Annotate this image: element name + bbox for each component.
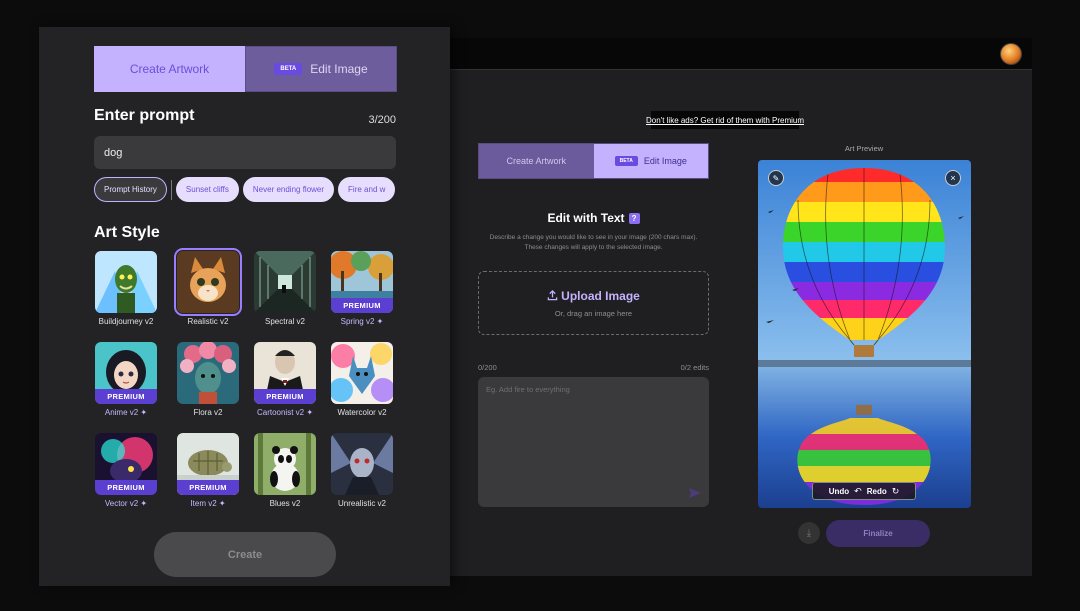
upload-image-dropzone[interactable]: Upload Image Or, drag an image here bbox=[478, 271, 709, 335]
style-tile-buildjourney[interactable]: Buildjourney v2 bbox=[94, 251, 158, 326]
edit-with-text-description: Describe a change you would like to see … bbox=[489, 234, 698, 251]
green-monster-thumb bbox=[95, 251, 157, 313]
style-tile-flora[interactable]: Flora v2 bbox=[176, 342, 240, 417]
enter-prompt-title: Enter prompt bbox=[94, 107, 195, 124]
turtle-thumb: PREMIUM bbox=[177, 433, 239, 495]
style-tile-spring[interactable]: PREMIUM Spring v2 ✦ bbox=[330, 251, 394, 326]
premium-badge: PREMIUM bbox=[254, 389, 316, 404]
char-count: 0/200 bbox=[478, 363, 497, 372]
neon-creature-thumb: PREMIUM bbox=[95, 433, 157, 495]
gentleman-thumb: PREMIUM bbox=[254, 342, 316, 404]
top-bar bbox=[436, 38, 1032, 70]
style-label: Vector v2 ✦ bbox=[104, 499, 148, 508]
style-label: Item v2 ✦ bbox=[190, 499, 226, 508]
upload-image-label: Upload Image bbox=[561, 289, 640, 303]
tab-edit-image[interactable]: BETA Edit Image bbox=[245, 46, 397, 92]
finalize-button[interactable]: Finalize bbox=[826, 520, 930, 547]
corridor-thumb bbox=[254, 251, 316, 313]
style-tile-cartoonist[interactable]: PREMIUM Cartoonist v2 ✦ bbox=[253, 342, 317, 417]
upload-image-title: Upload Image bbox=[479, 289, 708, 303]
prompt-history-chip[interactable]: Prompt History bbox=[94, 177, 167, 202]
upload-icon bbox=[547, 290, 558, 301]
tab-edit-image[interactable]: BETA Edit Image bbox=[593, 144, 708, 178]
help-icon[interactable]: ? bbox=[628, 213, 640, 224]
redo-icon[interactable]: ↻ bbox=[892, 486, 900, 497]
chip-divider bbox=[170, 180, 172, 200]
edit-text-input[interactable] bbox=[478, 377, 709, 507]
anime-girl-thumb: PREMIUM bbox=[95, 342, 157, 404]
tab-edit-image-label: Edit Image bbox=[643, 156, 687, 166]
style-label: Blues v2 bbox=[269, 499, 301, 508]
prompt-char-count: 3/200 bbox=[368, 114, 396, 126]
tab-create-artwork-label: Create Artwork bbox=[129, 62, 210, 76]
close-icon[interactable]: × bbox=[945, 170, 961, 186]
prompt-chips: Prompt History Sunset cliffs Never ending … bbox=[94, 177, 397, 203]
remove-ads-link[interactable]: Don't like ads? Get rid of them with Pre… bbox=[646, 111, 804, 129]
tab-edit-image-label: Edit Image bbox=[310, 62, 368, 76]
premium-badge: PREMIUM bbox=[331, 298, 393, 313]
beta-badge: BETA bbox=[274, 63, 303, 75]
edit-pencil-icon[interactable]: ✎ bbox=[768, 170, 784, 186]
user-avatar[interactable] bbox=[1000, 43, 1022, 65]
prompt-input[interactable] bbox=[94, 136, 396, 169]
dark-fantasy-thumb bbox=[331, 433, 393, 495]
style-label: Flora v2 bbox=[193, 408, 223, 417]
forest-thumb: PREMIUM bbox=[331, 251, 393, 313]
undo-button[interactable]: Undo bbox=[829, 487, 849, 496]
style-label: Anime v2 ✦ bbox=[104, 408, 148, 417]
art-preview-label: Art Preview bbox=[844, 144, 884, 153]
premium-badge: PREMIUM bbox=[177, 480, 239, 495]
style-tile-item[interactable]: PREMIUM Item v2 ✦ bbox=[176, 433, 240, 508]
create-button[interactable]: Create bbox=[154, 532, 336, 577]
left-tabs: Create Artwork BETA Edit Image bbox=[94, 46, 397, 92]
style-tile-spectral[interactable]: Spectral v2 bbox=[253, 251, 317, 326]
suggestion-chip[interactable]: Never ending flower bbox=[242, 177, 335, 202]
style-tile-unrealistic[interactable]: Unrealistic v2 bbox=[330, 433, 394, 508]
redo-button[interactable]: Redo bbox=[867, 487, 887, 496]
style-label: Realistic v2 bbox=[187, 317, 229, 326]
beta-badge: BETA bbox=[614, 156, 638, 166]
style-label: Watercolor v2 bbox=[337, 408, 387, 417]
edit-with-text-heading: Edit with Text? bbox=[478, 211, 709, 225]
style-tile-vector[interactable]: PREMIUM Vector v2 ✦ bbox=[94, 433, 158, 508]
tab-create-artwork-label: Create Artwork bbox=[506, 156, 567, 166]
tab-create-artwork[interactable]: Create Artwork bbox=[94, 46, 245, 92]
style-label: Spring v2 ✦ bbox=[340, 317, 384, 326]
undo-icon[interactable]: ↶ bbox=[854, 486, 862, 497]
watercolor-wolf-thumb bbox=[331, 342, 393, 404]
style-label: Buildjourney v2 bbox=[98, 317, 154, 326]
edit-with-text-title: Edit with Text bbox=[547, 211, 625, 225]
style-label: Cartoonist v2 ✦ bbox=[256, 408, 314, 417]
right-tabs: Create Artwork BETA Edit Image bbox=[478, 143, 709, 179]
premium-badge: PREMIUM bbox=[95, 480, 157, 495]
edit-app-window: Don't like ads? Get rid of them with Pre… bbox=[436, 38, 1032, 576]
upload-image-subtitle: Or, drag an image here bbox=[554, 309, 633, 318]
style-tile-blues[interactable]: Blues v2 bbox=[253, 433, 317, 508]
tab-create-artwork[interactable]: Create Artwork bbox=[479, 144, 594, 178]
edits-count: 0/2 edits bbox=[680, 363, 709, 372]
style-tile-anime[interactable]: PREMIUM Anime v2 ✦ bbox=[94, 342, 158, 417]
suggestion-chip[interactable]: Fire and w bbox=[338, 177, 396, 202]
panda-thumb bbox=[254, 433, 316, 495]
hot-air-balloon-image bbox=[758, 160, 971, 508]
undo-redo-bar: Undo ↶ Redo ↻ bbox=[812, 482, 916, 500]
style-tile-realistic[interactable]: Realistic v2 bbox=[174, 248, 242, 326]
download-icon[interactable]: ⤓ bbox=[798, 522, 820, 544]
style-label: Spectral v2 bbox=[264, 317, 306, 326]
kitten-thumb bbox=[174, 248, 242, 316]
art-preview-image: ✎ × Undo ↶ Redo ↻ bbox=[758, 160, 971, 508]
create-artwork-panel: Create Artwork BETA Edit Image Enter pro… bbox=[39, 27, 450, 586]
suggestion-chip[interactable]: Sunset cliffs bbox=[175, 177, 239, 202]
style-label: Unrealistic v2 bbox=[337, 499, 386, 508]
premium-badge: PREMIUM bbox=[95, 389, 157, 404]
style-tile-watercolor[interactable]: Watercolor v2 bbox=[330, 342, 394, 417]
art-style-title: Art Style bbox=[94, 224, 160, 241]
flower-face-thumb bbox=[177, 342, 239, 404]
send-icon[interactable] bbox=[688, 487, 702, 499]
